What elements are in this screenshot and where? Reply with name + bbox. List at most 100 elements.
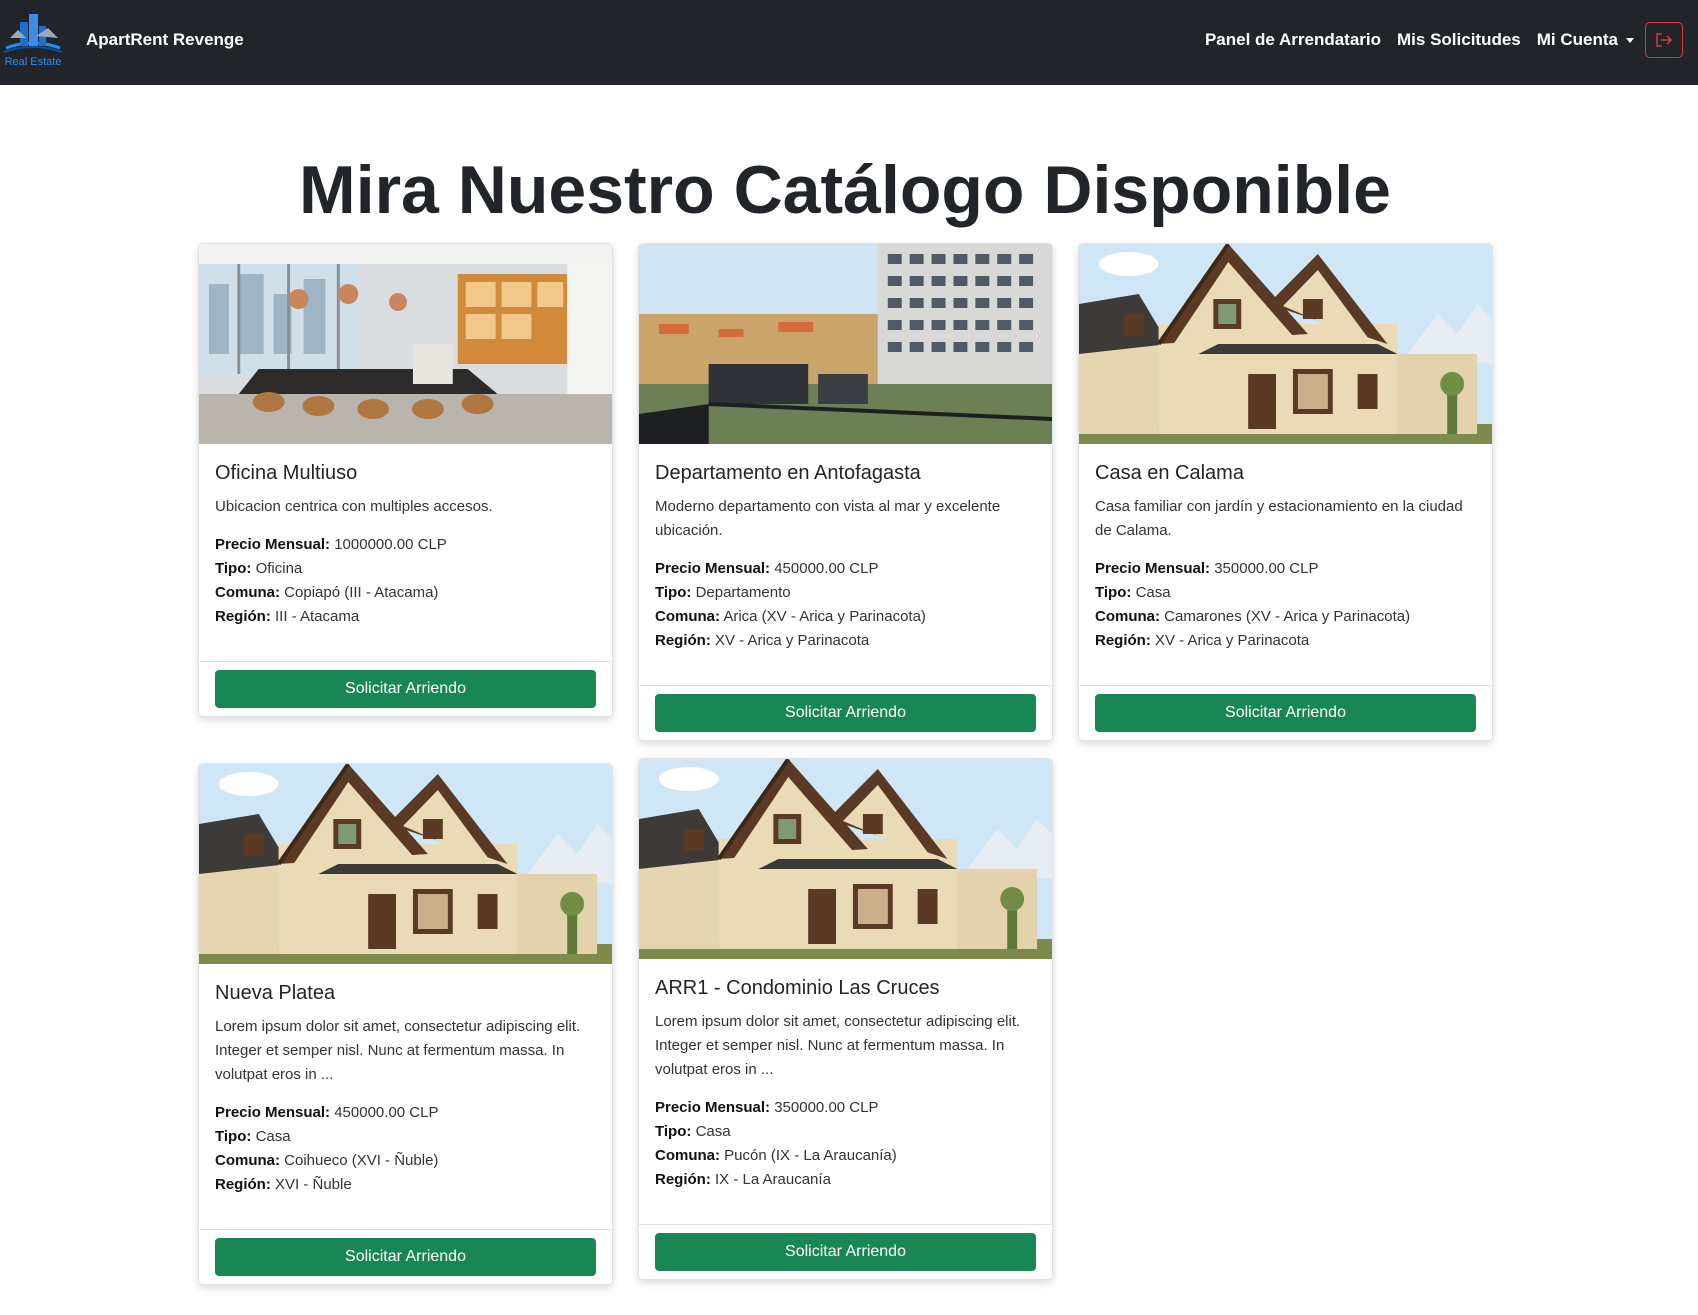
- card-body: ARR1 - Condominio Las Cruces Lorem ipsum…: [639, 959, 1052, 1224]
- region-label: Región:: [655, 632, 711, 649]
- brand-name[interactable]: ApartRent Revenge: [86, 30, 244, 50]
- region-row: Región: XVI - Ñuble: [215, 1173, 596, 1197]
- region-row: Región: III - Atacama: [215, 605, 596, 629]
- comuna-value: Copiapó (III - Atacama): [284, 584, 439, 601]
- region-row: Región: XV - Arica y Parinacota: [655, 629, 1036, 653]
- page-title: Mira Nuestro Catálogo Disponible: [299, 152, 1391, 228]
- price-row: Precio Mensual: 1000000.00 CLP: [215, 533, 596, 557]
- caret-down-icon: [1626, 38, 1634, 44]
- property-card: Nueva Platea Lorem ipsum dolor sit amet,…: [198, 763, 613, 1285]
- property-image: [199, 764, 612, 964]
- property-image: [639, 244, 1052, 444]
- type-label: Tipo:: [655, 1123, 692, 1140]
- type-row: Tipo: Casa: [655, 1120, 1036, 1144]
- property-card: Oficina Multiuso Ubicacion centrica con …: [198, 243, 613, 717]
- card-footer: Solicitar Arriendo: [1079, 685, 1492, 740]
- price-row: Precio Mensual: 350000.00 CLP: [1095, 557, 1476, 581]
- logout-button[interactable]: [1645, 22, 1683, 58]
- card-body: Oficina Multiuso Ubicacion centrica con …: [199, 444, 612, 661]
- card-title: Oficina Multiuso: [215, 462, 358, 484]
- property-card: Departamento en Antofagasta Moderno depa…: [638, 243, 1053, 741]
- region-row: Región: XV - Arica y Parinacota: [1095, 629, 1476, 653]
- property-image: [1079, 244, 1492, 444]
- price-label: Precio Mensual:: [655, 560, 771, 577]
- comuna-label: Comuna:: [655, 608, 720, 625]
- price-value: 450000.00 CLP: [774, 560, 879, 577]
- nav-link-panel-arrendatario[interactable]: Panel de Arrendatario: [1205, 30, 1381, 50]
- card-footer: Solicitar Arriendo: [639, 1224, 1052, 1279]
- buildings-logo-icon: [3, 14, 63, 53]
- card-title: ARR1 - Condominio Las Cruces: [655, 977, 940, 999]
- comuna-label: Comuna:: [655, 1147, 720, 1164]
- card-body: Departamento en Antofagasta Moderno depa…: [639, 444, 1052, 685]
- brand-logo[interactable]: Real Estate: [2, 8, 64, 68]
- solicitar-arriendo-button[interactable]: Solicitar Arriendo: [655, 1233, 1036, 1271]
- comuna-label: Comuna:: [1095, 608, 1160, 625]
- navbar: Real Estate ApartRent Revenge Panel de A…: [0, 0, 1698, 85]
- card-footer: Solicitar Arriendo: [639, 685, 1052, 740]
- property-card: ARR1 - Condominio Las Cruces Lorem ipsum…: [638, 758, 1053, 1280]
- region-row: Región: IX - La Araucanía: [655, 1168, 1036, 1192]
- type-value: Oficina: [255, 560, 303, 577]
- card-title: Nueva Platea: [215, 982, 336, 1004]
- comuna-value: Coihueco (XVI - Ñuble): [284, 1152, 439, 1169]
- type-row: Tipo: Departamento: [655, 581, 1036, 605]
- price-row: Precio Mensual: 350000.00 CLP: [655, 1096, 1036, 1120]
- logout-icon: [1656, 33, 1673, 47]
- comuna-label: Comuna:: [215, 584, 280, 601]
- region-value: XV - Arica y Parinacota: [715, 632, 870, 649]
- type-row: Tipo: Oficina: [215, 557, 596, 581]
- comuna-row: Comuna: Copiapó (III - Atacama): [215, 581, 596, 605]
- property-card: Casa en Calama Casa familiar con jardín …: [1078, 243, 1493, 741]
- property-image: [199, 244, 612, 444]
- price-label: Precio Mensual:: [655, 1099, 771, 1116]
- price-value: 350000.00 CLP: [774, 1099, 879, 1116]
- type-value: Casa: [255, 1128, 291, 1145]
- price-value: 1000000.00 CLP: [334, 536, 447, 553]
- card-footer: Solicitar Arriendo: [199, 661, 612, 716]
- type-value: Casa: [1135, 584, 1171, 601]
- price-value: 450000.00 CLP: [334, 1104, 439, 1121]
- solicitar-arriendo-button[interactable]: Solicitar Arriendo: [655, 694, 1036, 732]
- solicitar-arriendo-button[interactable]: Solicitar Arriendo: [1095, 694, 1476, 732]
- region-value: XVI - Ñuble: [275, 1176, 352, 1193]
- region-label: Región:: [215, 608, 271, 625]
- card-description: Lorem ipsum dolor sit amet, consectetur …: [215, 1018, 581, 1083]
- type-value: Departamento: [695, 584, 791, 601]
- comuna-value: Arica (XV - Arica y Parinacota): [723, 608, 926, 625]
- card-title: Departamento en Antofagasta: [655, 462, 921, 484]
- comuna-label: Comuna:: [215, 1152, 280, 1169]
- nav-links: Panel de Arrendatario Mis Solicitudes Mi…: [1205, 30, 1634, 50]
- solicitar-arriendo-button[interactable]: Solicitar Arriendo: [215, 670, 596, 708]
- comuna-row: Comuna: Camarones (XV - Arica y Parinaco…: [1095, 605, 1476, 629]
- price-row: Precio Mensual: 450000.00 CLP: [215, 1101, 596, 1125]
- region-value: III - Atacama: [275, 608, 360, 625]
- type-label: Tipo:: [1095, 584, 1132, 601]
- comuna-row: Comuna: Pucón (IX - La Araucanía): [655, 1144, 1036, 1168]
- price-label: Precio Mensual:: [215, 1104, 331, 1121]
- type-row: Tipo: Casa: [1095, 581, 1476, 605]
- region-value: XV - Arica y Parinacota: [1155, 632, 1310, 649]
- type-label: Tipo:: [655, 584, 692, 601]
- type-row: Tipo: Casa: [215, 1125, 596, 1149]
- card-body: Casa en Calama Casa familiar con jardín …: [1079, 444, 1492, 685]
- price-label: Precio Mensual:: [215, 536, 331, 553]
- logo-text: Real Estate: [4, 56, 62, 68]
- region-label: Región:: [1095, 632, 1151, 649]
- price-row: Precio Mensual: 450000.00 CLP: [655, 557, 1036, 581]
- type-label: Tipo:: [215, 1128, 252, 1145]
- price-value: 350000.00 CLP: [1214, 560, 1319, 577]
- comuna-value: Pucón (IX - La Araucanía): [724, 1147, 897, 1164]
- card-body: Nueva Platea Lorem ipsum dolor sit amet,…: [199, 964, 612, 1229]
- region-value: IX - La Araucanía: [715, 1171, 831, 1188]
- comuna-row: Comuna: Coihueco (XVI - Ñuble): [215, 1149, 596, 1173]
- type-value: Casa: [695, 1123, 731, 1140]
- nav-link-mis-solicitudes[interactable]: Mis Solicitudes: [1397, 30, 1521, 50]
- nav-dropdown-mi-cuenta[interactable]: Mi Cuenta: [1537, 30, 1634, 50]
- comuna-row: Comuna: Arica (XV - Arica y Parinacota): [655, 605, 1036, 629]
- type-label: Tipo:: [215, 560, 252, 577]
- card-description: Moderno departamento con vista al mar y …: [655, 498, 1001, 539]
- solicitar-arriendo-button[interactable]: Solicitar Arriendo: [215, 1238, 596, 1276]
- card-description: Casa familiar con jardín y estacionamien…: [1095, 498, 1463, 539]
- card-footer: Solicitar Arriendo: [199, 1229, 612, 1284]
